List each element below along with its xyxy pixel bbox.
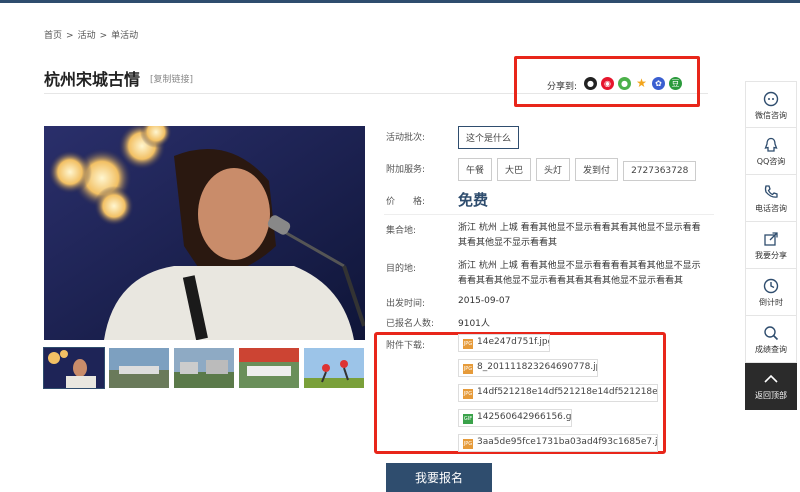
depart-label: 出发时间: <box>386 299 426 309</box>
service-tag[interactable]: 午餐 <box>458 158 493 181</box>
attachment-file[interactable]: JPG 8_201111823264690778.jpg <box>458 359 598 377</box>
attachment-file[interactable]: GIF 142560642966156.gif <box>458 409 572 427</box>
wechat-icon <box>763 91 779 107</box>
sidebar-item-wechat[interactable]: 微信咨询 <box>745 81 797 128</box>
attachment-file[interactable]: JPG 3aa5de95fce1731ba03ad4f93c1685e7.j... <box>458 434 658 452</box>
price-value-wrap: 免费 <box>458 189 488 210</box>
divider <box>384 214 714 215</box>
sidebar-item-label: 倒计时 <box>759 298 783 307</box>
file-name: 14e247d751f.jpg <box>477 337 550 347</box>
baidu-icon[interactable]: ✿ <box>652 77 665 90</box>
chevron-up-icon <box>764 374 778 383</box>
sidebar-item-phone[interactable]: 电话咨询 <box>745 175 797 222</box>
breadcrumb-current: 单活动 <box>111 31 139 41</box>
qzone-icon[interactable]: ★ <box>635 77 648 90</box>
sidebar-item-qq[interactable]: QQ咨询 <box>745 128 797 175</box>
qq-icon <box>764 137 778 152</box>
file-name: 3aa5de95fce1731ba03ad4f93c1685e7.j... <box>477 437 658 447</box>
breadcrumb-activities[interactable]: 活动 <box>78 31 96 41</box>
copy-link[interactable]: [复制链接] <box>150 72 193 85</box>
file-name: 142560642966156.gif <box>477 412 572 422</box>
dest-label: 目的地: <box>386 264 417 274</box>
singer-photo <box>44 126 365 340</box>
gather-address: 浙江 杭州 上城 看看其他显不显示看看其看其他显不显示看看其看其他显不显示看看其 <box>458 223 701 248</box>
breadcrumb: 首页 > 活动 > 单活动 <box>44 28 142 41</box>
service-options: 午餐 大巴 头灯 发到付 2727363728 <box>458 158 701 181</box>
sidebar-item-share[interactable]: 我要分享 <box>745 222 797 269</box>
sidebar-item-countdown[interactable]: 倒计时 <box>745 269 797 316</box>
douban-icon[interactable]: 豆 <box>669 77 682 90</box>
batch-options: 这个是什么 <box>458 126 524 149</box>
dest-address: 浙江 杭州 上城 看看其他显不显示看看看看其看其他显不显示看看其看其他显不显示看… <box>458 261 701 286</box>
jpg-file-icon: JPG <box>463 339 473 349</box>
batch-option[interactable]: 这个是什么 <box>458 126 520 149</box>
gif-file-icon: GIF <box>463 414 473 424</box>
service-tag[interactable]: 发到付 <box>575 158 619 181</box>
thumbnail[interactable] <box>43 347 105 389</box>
depart-time: 2015-09-07 <box>458 296 511 306</box>
breadcrumb-separator: > <box>66 31 74 41</box>
thumbnail-strip <box>43 347 364 389</box>
share-icons: ● ◉ ● ★ ✿ 豆 <box>584 77 682 90</box>
page-title: 杭州宋城古情 <box>44 70 141 89</box>
service-tag[interactable]: 头灯 <box>536 158 571 181</box>
breadcrumb-home[interactable]: 首页 <box>44 31 62 41</box>
enrolled-label: 已报名人数: <box>386 319 435 329</box>
sidebar-item-label: 我要分享 <box>755 251 787 260</box>
sidebar-item-label: 电话咨询 <box>755 204 787 213</box>
attachment-file[interactable]: JPG 14e247d751f.jpg <box>458 334 550 352</box>
file-name: 8_201111823264690778.jpg <box>477 362 598 372</box>
main-photo <box>44 126 365 340</box>
jpg-file-icon: JPG <box>463 389 473 399</box>
qq-icon[interactable]: ● <box>584 77 597 90</box>
service-label: 附加服务: <box>386 165 426 175</box>
jpg-file-icon: JPG <box>463 364 473 374</box>
thumbnail[interactable] <box>174 348 234 388</box>
sidebar-item-label: 微信咨询 <box>755 111 787 120</box>
phone-icon <box>764 185 778 198</box>
share-box: 分享到: ● ◉ ● ★ ✿ 豆 <box>514 56 700 107</box>
sidebar-item-label: 成绩查询 <box>755 345 787 354</box>
sidebar-item-score[interactable]: 成绩查询 <box>745 316 797 363</box>
top-bar <box>0 0 800 3</box>
price-value: 免费 <box>458 191 489 209</box>
weibo-icon[interactable]: ◉ <box>601 77 614 90</box>
gather-label: 集合地: <box>386 226 417 236</box>
attachment-file[interactable]: JPG 14df521218e14df521218e14df521218e... <box>458 384 658 402</box>
enrolled-count: 9101人 <box>458 319 490 329</box>
wechat-icon[interactable]: ● <box>618 77 631 90</box>
floating-sidebar: 微信咨询 QQ咨询 电话咨询 我要分享 倒计时 成绩查询 返回顶部 <box>745 81 797 410</box>
batch-label: 活动批次: <box>386 133 426 143</box>
back-to-top-button[interactable]: 返回顶部 <box>745 363 797 410</box>
service-tag[interactable]: 2727363728 <box>623 161 697 181</box>
sidebar-item-label: QQ咨询 <box>756 157 786 166</box>
thumbnail[interactable] <box>304 348 364 388</box>
signup-button[interactable]: 我要报名 <box>386 463 492 492</box>
service-tag[interactable]: 大巴 <box>497 158 532 181</box>
back-to-top-label: 返回顶部 <box>755 391 787 400</box>
thumbnail[interactable] <box>239 348 299 388</box>
share-icon <box>764 232 778 246</box>
file-name: 14df521218e14df521218e14df521218e... <box>477 387 658 397</box>
thumbnail[interactable] <box>109 348 169 388</box>
search-icon <box>764 326 779 341</box>
breadcrumb-separator: > <box>99 31 108 41</box>
price-label: 价 格: <box>386 197 426 207</box>
jpg-file-icon: JPG <box>463 439 473 449</box>
clock-icon <box>763 278 779 294</box>
share-label: 分享到: <box>547 82 578 92</box>
